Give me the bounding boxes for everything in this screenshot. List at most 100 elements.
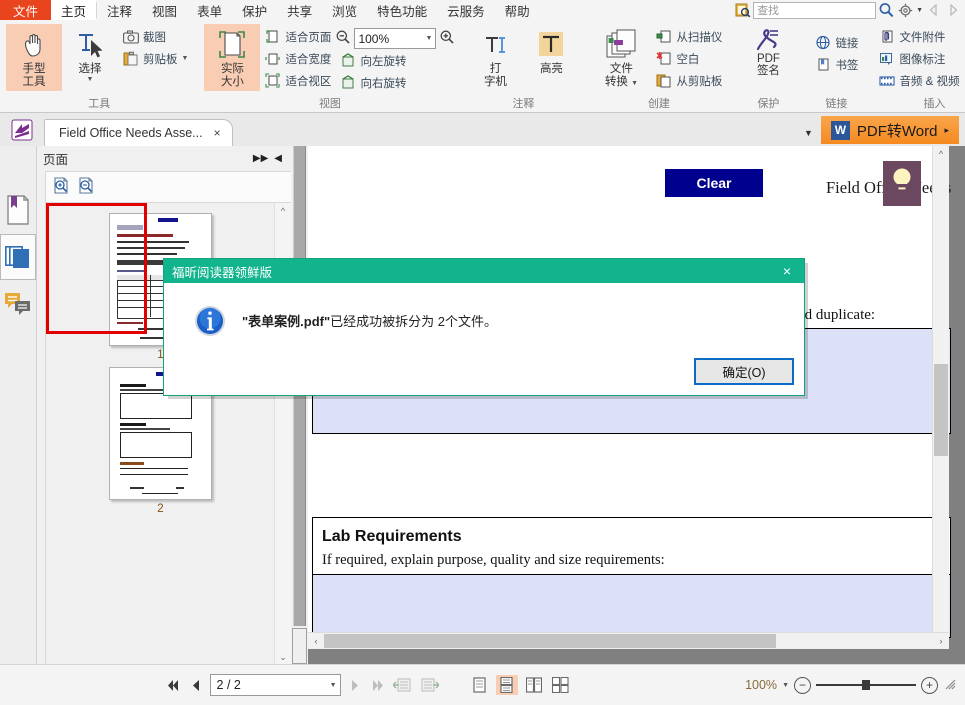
chevron-up-icon[interactable]: ^ [275,203,291,219]
typewriter-button[interactable]: 打字机 [467,24,523,91]
hand-tool-button[interactable]: 手型工具 [6,24,62,91]
menu-item-comment[interactable]: 注释 [97,0,142,20]
blank-page-button[interactable]: 空白 [651,48,726,69]
zoom-in-icon[interactable] [439,29,455,48]
menu-item-help[interactable]: 帮助 [495,0,540,20]
menu-item-cloud[interactable]: 云服务 [437,0,495,20]
continuous-facing-view-button[interactable] [550,675,572,695]
rotate-right-button[interactable]: 向右旋转 [335,72,455,93]
next-view-icon[interactable] [419,676,441,694]
continuous-view-button[interactable] [496,675,518,695]
menu-item-protect[interactable]: 保护 [232,0,277,20]
menu-item-share[interactable]: 共享 [277,0,322,20]
form-field-lab[interactable] [312,574,951,638]
dialog-footer: 确定(O) [694,358,794,385]
nav-forward-icon[interactable] [944,2,961,19]
next-page-icon[interactable] [346,676,364,694]
gear-icon[interactable] [897,2,914,19]
zoom-out-icon[interactable] [335,29,351,48]
chevron-down-icon[interactable]: ▼ [804,128,821,146]
menu-item-home[interactable]: 主页 [51,0,96,20]
file-attachment-button[interactable]: 文件附件 [874,26,963,47]
clipboard-caret-icon[interactable]: ▼ [182,55,189,62]
fit-page-button[interactable]: 适合页面 [260,26,335,47]
chevron-down-icon[interactable]: ▼ [782,682,789,689]
fit-width-button[interactable]: 适合宽度 [260,48,335,69]
pdf-to-word-button[interactable]: W PDF转Word ▸ [821,116,959,144]
prev-page-icon[interactable] [187,676,205,694]
highlight-button[interactable]: 高亮 [523,24,579,78]
file-convert-button[interactable]: 文件转换 ▼ [591,24,651,92]
from-clipboard-button[interactable]: 从剪贴板 [651,70,726,91]
ribbon-group-insert-title: 插入 [868,97,965,112]
document-vertical-scrollbar[interactable]: ^ ⌄ [932,146,949,649]
dialog-body: "表单案例.pdf"已经成功被拆分为 2个文件。 [164,283,804,337]
splitter-grip[interactable] [292,628,307,664]
pdf-sign-button[interactable]: PDF签名 [738,24,798,79]
bookmark-button[interactable]: 书签 [810,54,862,75]
clipboard-button[interactable]: 剪贴板 ▼ [118,48,192,69]
sidebar-item-bookmarks[interactable] [1,188,35,232]
zoom-slider-knob[interactable] [862,680,870,690]
resize-grip-icon[interactable] [943,677,957,694]
audio-video-button[interactable]: 音频 & 视频 [874,70,963,91]
ribbon-group-tools-title: 工具 [0,97,198,112]
document-hscroll-thumb[interactable] [324,634,776,648]
nav-back-icon[interactable] [925,2,942,19]
bookmark-label: 书签 [835,57,858,73]
pages-panel-toolbar [45,171,291,203]
zoom-in-page-icon[interactable] [52,176,71,198]
plus-circle-icon[interactable]: + [921,677,938,694]
select-tool-caret-icon[interactable]: ▼ [87,76,94,83]
sidebar-item-comments[interactable] [1,282,35,326]
from-scanner-button[interactable]: 从扫描仪 [651,26,726,47]
chevron-down-icon[interactable]: ▼ [330,682,337,689]
minus-circle-icon[interactable]: − [794,677,811,694]
search-icon[interactable] [878,2,895,19]
close-icon[interactable]: × [211,126,224,140]
chevron-right-icon[interactable]: ▸ [944,125,949,136]
hand-icon [19,27,49,63]
panel-splitter[interactable] [291,146,308,665]
rotate-left-button[interactable]: 向左旋转 [335,50,455,71]
chevron-right-icon[interactable]: › [933,633,949,649]
file-convert-caret-icon[interactable]: ▼ [631,80,638,87]
zoom-slider[interactable] [816,678,916,692]
zoom-out-page-icon[interactable] [77,176,96,198]
find-document-icon[interactable] [734,2,751,19]
menu-item-view[interactable]: 视图 [142,0,187,20]
chevron-up-icon[interactable]: ^ [933,146,949,162]
ok-button[interactable]: 确定(O) [694,358,794,385]
page-number-input[interactable]: 2 / 2 ▼ [210,674,341,696]
link-button[interactable]: 链接 [810,32,862,53]
sidebar-item-pages[interactable] [0,234,36,280]
select-tool-button[interactable]: 选择 ▼ [62,24,118,85]
single-page-view-button[interactable] [469,675,491,695]
image-annotation-button[interactable]: 图像标注 [874,48,963,69]
find-input[interactable]: 查找 [753,2,876,19]
last-page-icon[interactable] [369,676,387,694]
document-tab[interactable]: Field Office Needs Asse... × [44,119,233,146]
menu-item-form[interactable]: 表单 [187,0,232,20]
chevron-left-icon[interactable]: ‹ [308,633,324,649]
menu-item-browse[interactable]: 浏览 [322,0,367,20]
chevron-down-icon[interactable]: ⌄ [275,649,291,665]
chevron-left-icon[interactable]: ◀ [271,153,285,164]
screenshot-button[interactable]: 截图 [118,26,192,47]
document-horizontal-scrollbar[interactable]: ‹ › [308,632,949,649]
double-chevron-right-icon[interactable]: ▶▶ [250,153,271,164]
gear-caret-icon[interactable]: ▼ [916,7,923,14]
close-icon[interactable]: × [770,259,804,283]
menu-item-features[interactable]: 特色功能 [367,0,437,20]
actual-size-button[interactable]: 实际大小 [204,24,260,91]
clear-button[interactable]: Clear [665,169,763,197]
zoom-level-caret-icon[interactable]: ▼ [426,35,433,42]
previous-view-icon[interactable] [392,676,414,694]
document-vscroll-thumb[interactable] [934,364,948,456]
pdf-sign-label: PDF签名 [757,53,780,77]
menu-file[interactable]: 文件 [0,0,51,20]
facing-view-button[interactable] [523,675,545,695]
first-page-icon[interactable] [164,676,182,694]
zoom-level-select[interactable]: 100% ▼ [354,28,436,49]
fit-visible-button[interactable]: 适合视区 [260,70,335,91]
